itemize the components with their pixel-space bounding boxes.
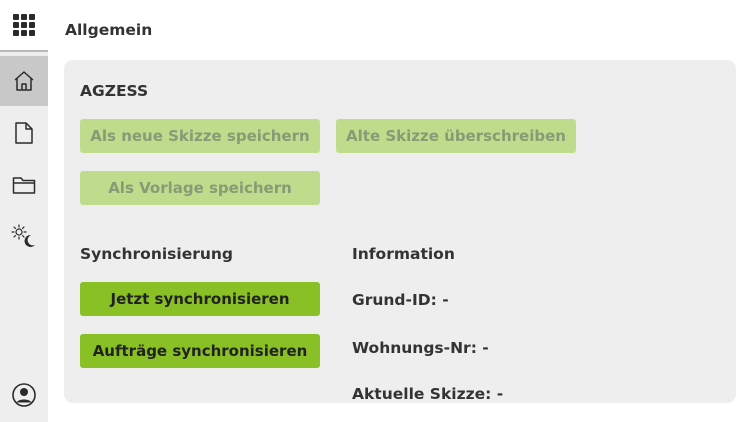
current-sketch-value: Aktuelle Skizze: - <box>352 385 504 403</box>
user-circle-icon <box>12 383 36 407</box>
save-as-template-button[interactable]: Als Vorlage speichern <box>80 171 320 205</box>
save-as-new-sketch-button[interactable]: Als neue Skizze speichern <box>80 119 320 153</box>
sync-section-title: Synchronisierung <box>80 245 234 263</box>
side-nav <box>0 0 48 422</box>
folder-icon <box>12 177 36 194</box>
theme-toggle-button[interactable] <box>0 212 48 262</box>
nav-folder[interactable] <box>0 160 48 210</box>
nav-document[interactable] <box>0 108 48 158</box>
grund-id-value: Grund-ID: - <box>352 291 449 309</box>
home-icon <box>14 71 34 91</box>
overwrite-sketch-button[interactable]: Alte Skizze überschreiben <box>336 119 576 153</box>
sun-moon-icon <box>11 224 35 247</box>
apps-menu-button[interactable] <box>0 0 48 52</box>
wohnungs-nr-value: Wohnungs-Nr: - <box>352 339 489 357</box>
file-icon <box>15 122 33 144</box>
page-title: Allgemein <box>65 21 153 39</box>
grid-icon <box>13 14 35 36</box>
sync-now-button[interactable]: Jetzt synchronisieren <box>80 282 320 316</box>
section-title-agzess: AGZESS <box>80 82 149 100</box>
info-section-title: Information <box>352 245 455 263</box>
nav-home[interactable] <box>0 56 48 106</box>
settings-card: AGZESS Als neue Skizze speichern Alte Sk… <box>64 60 736 403</box>
profile-button[interactable] <box>0 370 48 420</box>
sync-orders-button[interactable]: Aufträge synchronisieren <box>80 334 320 368</box>
